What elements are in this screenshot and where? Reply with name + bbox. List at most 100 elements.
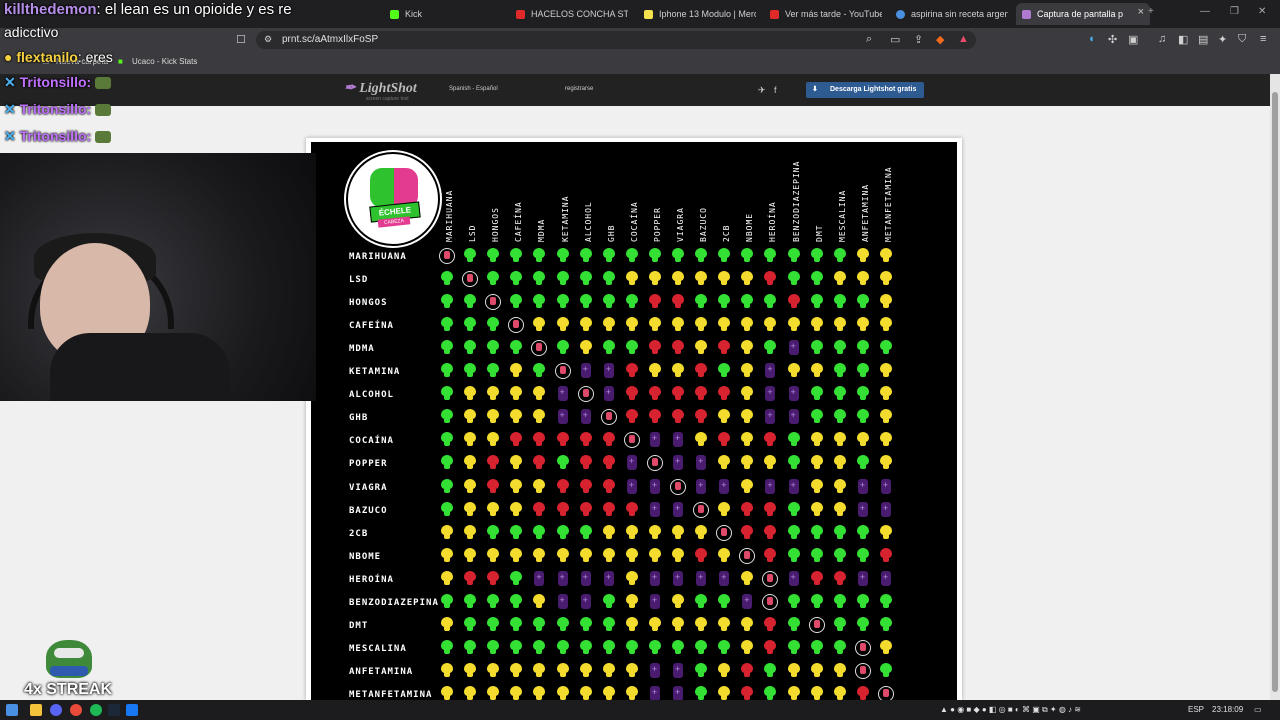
combination-cell bbox=[880, 570, 892, 587]
notifications-icon[interactable]: ▭ bbox=[1254, 705, 1262, 714]
extensions-icon[interactable]: ✣ bbox=[1108, 33, 1117, 46]
combination-cell bbox=[833, 363, 846, 379]
clock[interactable]: 23:18:09 bbox=[1212, 705, 1243, 714]
tab-google[interactable]: aspirina sin receta argenti bbox=[896, 3, 1008, 25]
url-field[interactable]: ⚙ prnt.sc/aAtmxIlxFoSP ⌕ ▭ ⇪ ◆ ▲ bbox=[256, 31, 976, 49]
brave-shield-icon[interactable]: ◆ bbox=[936, 33, 944, 46]
close-window-icon[interactable]: ✕ bbox=[1258, 6, 1266, 17]
chat-user: killthedemon bbox=[4, 1, 97, 18]
speaker-icon[interactable]: ◖ bbox=[1088, 33, 1095, 45]
file-explorer-icon[interactable] bbox=[30, 704, 42, 716]
combination-cell bbox=[441, 662, 453, 679]
combination-cell bbox=[718, 455, 731, 471]
combination-cell bbox=[533, 616, 546, 633]
share-icon[interactable]: ⇪ bbox=[914, 33, 923, 46]
screenshot-icon[interactable]: ▣ bbox=[1128, 33, 1138, 46]
music-icon[interactable]: ♫ bbox=[1158, 33, 1166, 45]
register-link[interactable]: registrarse bbox=[565, 86, 593, 92]
cast-icon[interactable]: ▭ bbox=[890, 33, 900, 46]
combination-cell bbox=[764, 363, 776, 379]
combination-cell bbox=[764, 294, 777, 310]
emote-icon bbox=[95, 131, 112, 144]
combination-cell bbox=[533, 294, 546, 310]
combination-cell bbox=[695, 570, 707, 587]
tab-lightshot-active[interactable]: Captura de pantalla p × bbox=[1016, 3, 1150, 25]
combination-cell bbox=[833, 524, 846, 541]
page-scrollbar[interactable] bbox=[1270, 74, 1280, 700]
discord-icon[interactable] bbox=[50, 704, 62, 716]
tab-mercadolibre[interactable]: Iphone 13 Modulo | Merca bbox=[644, 3, 756, 25]
combination-cell bbox=[602, 685, 615, 700]
tab-youtube[interactable]: Ver más tarde - YouTube bbox=[770, 3, 882, 25]
combination-cell bbox=[718, 386, 731, 402]
logo-text: LightShot bbox=[359, 81, 417, 96]
combination-cell bbox=[718, 317, 731, 333]
rewards-icon[interactable]: ▲ bbox=[958, 33, 969, 45]
start-icon[interactable] bbox=[6, 704, 18, 716]
tray-icons[interactable]: ▲ ● ◉ ■ ◆ ● ◧ ◎ ■ ◐ ⌘ ▣ ⧉ ✦ ◍ ♪ ≋ bbox=[940, 705, 1081, 715]
combination-cell bbox=[695, 271, 708, 287]
combination-cell bbox=[510, 432, 523, 448]
combination-cell bbox=[625, 616, 638, 633]
combination-cell bbox=[464, 524, 477, 541]
download-lightshot-button[interactable]: ⬇ Descarga Lightshot gratis bbox=[806, 82, 924, 98]
combination-cell bbox=[441, 639, 453, 656]
leo-icon[interactable]: ✦ bbox=[1218, 33, 1227, 46]
tab-kick[interactable]: Kick bbox=[390, 3, 500, 25]
combination-cell bbox=[533, 501, 546, 518]
vpn-icon[interactable]: ⛉ bbox=[1238, 33, 1246, 46]
sidebar-icon[interactable]: ◧ bbox=[1178, 33, 1188, 46]
facebook-icon[interactable]: f bbox=[774, 85, 777, 95]
chat-message: killthedemon: el lean es un opioide y es… bbox=[4, 1, 292, 18]
combination-cell bbox=[602, 478, 615, 495]
wallet-icon[interactable]: ▤ bbox=[1198, 33, 1208, 46]
combination-cell bbox=[833, 662, 846, 679]
emote-icon bbox=[95, 104, 112, 117]
maximize-icon[interactable]: ❐ bbox=[1230, 6, 1239, 17]
combination-cell bbox=[648, 547, 661, 564]
new-tab-button[interactable]: + bbox=[1148, 6, 1154, 17]
combination-cell bbox=[810, 248, 823, 264]
combination-cell bbox=[533, 271, 546, 287]
combination-cell bbox=[672, 409, 684, 425]
language-select[interactable]: Spanish - Español bbox=[449, 86, 498, 92]
menu-icon[interactable]: ≡ bbox=[1260, 33, 1266, 45]
address-bar: ☐ ⚙ prnt.sc/aAtmxIlxFoSP ⌕ ▭ ⇪ ◆ ▲ ◖ ✣ ▣… bbox=[0, 28, 1280, 52]
combination-cell bbox=[602, 524, 615, 541]
combination-cell bbox=[487, 662, 500, 679]
lightshot-logo[interactable]: ✒ LightShot bbox=[344, 80, 417, 97]
combination-cell bbox=[579, 340, 592, 356]
tab-title: Iphone 13 Modulo | Merca bbox=[659, 9, 756, 19]
minimize-icon[interactable]: — bbox=[1200, 6, 1210, 17]
close-tab-icon[interactable]: × bbox=[1138, 6, 1144, 18]
combination-cell bbox=[533, 478, 546, 495]
combination-cell bbox=[787, 616, 800, 633]
windows-taskbar: ▲ ● ◉ ■ ◆ ● ◧ ◎ ■ ◐ ⌘ ▣ ⧉ ✦ ◍ ♪ ≋ ESP 23… bbox=[0, 700, 1280, 720]
tab-hacelos[interactable]: HACELOS CONCHA STIFFY bbox=[516, 3, 628, 25]
brave-icon[interactable] bbox=[70, 704, 82, 716]
combination-cell bbox=[487, 524, 500, 541]
combination-cell bbox=[833, 248, 846, 264]
combination-cell bbox=[626, 455, 638, 471]
zoom-icon[interactable]: ⌕ bbox=[866, 33, 872, 46]
column-header: NBOME bbox=[745, 212, 755, 242]
combination-cell bbox=[856, 386, 869, 402]
combination-cell bbox=[580, 570, 592, 587]
combination-cell bbox=[533, 455, 546, 471]
facebook-app-icon[interactable] bbox=[126, 704, 138, 716]
bookmark-icon[interactable]: ☐ bbox=[236, 33, 246, 46]
bookmark-kick-stats[interactable]: Ucaco - Kick Stats bbox=[132, 57, 197, 66]
combination-cell bbox=[880, 501, 892, 518]
combination-cell bbox=[854, 639, 871, 656]
language-indicator[interactable]: ESP bbox=[1188, 705, 1204, 714]
combination-cell bbox=[856, 593, 869, 610]
spotify-icon[interactable] bbox=[90, 704, 102, 716]
combination-cell bbox=[810, 547, 823, 564]
scroll-thumb[interactable] bbox=[1272, 92, 1278, 692]
steam-icon[interactable] bbox=[108, 704, 120, 716]
combination-cell bbox=[557, 409, 569, 425]
combination-cell bbox=[810, 455, 823, 471]
site-info-icon[interactable]: ⚙ bbox=[264, 34, 272, 45]
chat-user: Tritonsillo: bbox=[19, 128, 92, 144]
twitter-icon[interactable]: ✈ bbox=[758, 85, 766, 96]
